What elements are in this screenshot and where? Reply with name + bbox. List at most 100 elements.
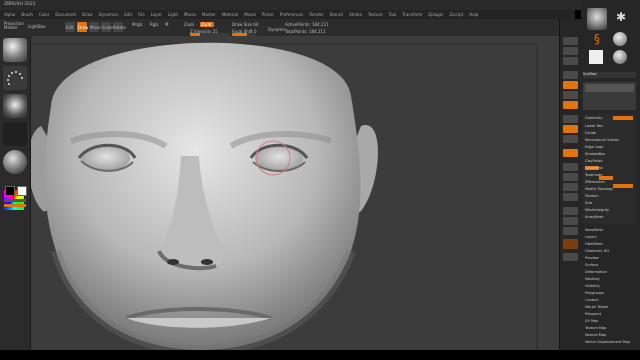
zoom3d-button[interactable] — [563, 183, 578, 191]
tray-item[interactable]: Tessimate — [585, 173, 602, 177]
tray-item[interactable]: Edge Loop — [585, 145, 603, 149]
sphere2-icon[interactable] — [613, 50, 627, 64]
menu-item[interactable]: Help — [469, 12, 478, 17]
menu-item[interactable]: Render — [309, 12, 323, 17]
tray-item[interactable]: ShadowBox — [585, 152, 605, 156]
menu-item[interactable]: Dynamics — [99, 12, 119, 17]
menu-item[interactable]: Picker — [262, 12, 274, 17]
mrgb-button[interactable]: Mrgb — [132, 22, 142, 27]
tray-item[interactable]: ClayPolish — [585, 159, 603, 163]
xyz-button[interactable] — [563, 149, 578, 157]
tray-item[interactable]: Polypaint — [585, 312, 601, 316]
tray-item[interactable]: Texture Map — [585, 326, 606, 330]
menu-item[interactable]: Edit — [124, 12, 132, 17]
menu-item[interactable]: Tool — [389, 12, 397, 17]
tray-item[interactable]: Divide — [585, 131, 596, 135]
subtool-header[interactable]: SubTool — [583, 72, 636, 78]
stroke-icon[interactable] — [3, 66, 27, 90]
tray-item[interactable]: Geometry — [585, 116, 602, 120]
alpha-icon[interactable] — [3, 94, 27, 118]
tray-item[interactable]: Layers — [585, 235, 597, 239]
tray-item[interactable]: Reconstruct Subdiv — [585, 138, 619, 142]
zoom-button[interactable] — [563, 71, 578, 79]
brush-icon[interactable] — [3, 38, 27, 62]
polyf-button[interactable] — [563, 207, 578, 215]
tray-item[interactable]: Preview — [585, 256, 599, 260]
lsym-button[interactable] — [563, 135, 578, 143]
tray-item[interactable]: Size — [585, 201, 592, 205]
menu-item[interactable]: Brush — [21, 12, 33, 17]
tray-item[interactable]: DynaMesh — [585, 166, 603, 170]
tray-item[interactable]: Position — [585, 194, 599, 198]
menu-item[interactable]: Alpha — [4, 12, 15, 17]
move-view-button[interactable] — [563, 173, 578, 181]
spiral-icon[interactable]: § — [589, 32, 605, 46]
primary-color-swatch[interactable] — [17, 186, 27, 196]
canvas-viewport[interactable] — [31, 36, 559, 350]
tray-item[interactable]: Surface — [585, 263, 598, 267]
menu-item[interactable]: Transform — [402, 12, 422, 17]
zsub-button[interactable]: Zsub — [184, 22, 194, 27]
tool-thumbnail-icon[interactable] — [587, 8, 607, 30]
tray-item[interactable]: Deformation — [585, 270, 607, 274]
star-icon[interactable]: ✱ — [613, 10, 629, 24]
tray-item[interactable]: Masking — [585, 277, 599, 281]
switch-color-button[interactable] — [4, 199, 26, 202]
menu-item[interactable]: Draw — [82, 12, 92, 17]
xpose-button[interactable] — [563, 253, 578, 261]
rgb-button[interactable]: Rgb — [150, 22, 158, 27]
scroll-button[interactable] — [563, 57, 578, 65]
transp-button[interactable] — [563, 217, 578, 225]
actual-button[interactable] — [563, 81, 578, 89]
local-button[interactable] — [563, 125, 578, 133]
projection-master-button[interactable]: Projection Master — [4, 22, 24, 30]
ghost-button[interactable] — [563, 227, 578, 235]
tray-item[interactable]: UV Map — [585, 319, 598, 323]
move-button[interactable]: Move — [89, 22, 101, 32]
tray-item[interactable]: ZRemesher — [585, 180, 605, 184]
menu-item[interactable]: Layer — [151, 12, 162, 17]
polymesh-icon[interactable] — [589, 50, 603, 64]
menu-item[interactable]: Stencil — [330, 12, 344, 17]
floor-button[interactable] — [563, 115, 578, 123]
tray-item[interactable]: Polygroups — [585, 291, 604, 295]
tray-item[interactable]: Vector Displacement Map — [585, 340, 630, 344]
menu-item[interactable]: Macro — [184, 12, 196, 17]
zadd-button[interactable]: Zadd — [200, 22, 214, 27]
menu-item[interactable]: Material — [222, 12, 238, 17]
subtool-list[interactable] — [583, 82, 636, 110]
higher-res-button[interactable] — [613, 116, 633, 120]
menu-item[interactable]: Marker — [202, 12, 216, 17]
dynamic-button[interactable]: Dynamic — [268, 27, 286, 32]
subtool-active-row[interactable] — [585, 84, 634, 92]
menu-item[interactable]: Preferences — [280, 12, 304, 17]
menu-item[interactable]: Zscript — [449, 12, 463, 17]
edit-button[interactable]: Edit — [65, 22, 75, 32]
draw-button[interactable]: Draw — [77, 22, 88, 32]
sphere-icon[interactable] — [613, 32, 627, 46]
tray-item[interactable]: Visibility — [585, 284, 600, 288]
menu-item[interactable]: Movie — [244, 12, 256, 17]
menu-item[interactable]: Document — [55, 12, 76, 17]
tray-item[interactable]: Modify Topology — [585, 187, 613, 191]
alternate-button[interactable] — [4, 204, 26, 207]
bpr-button[interactable] — [563, 37, 578, 45]
spix-button[interactable] — [563, 47, 578, 55]
menu-item[interactable]: Texture — [368, 12, 383, 17]
head-mesh[interactable] — [31, 36, 559, 350]
solo-button[interactable] — [563, 239, 578, 249]
texture-icon[interactable] — [3, 122, 27, 146]
menu-item[interactable]: Color — [39, 12, 49, 17]
menu-item[interactable]: File — [138, 12, 145, 17]
menu-item[interactable]: Zplugin — [428, 12, 443, 17]
m-button[interactable]: M — [165, 22, 168, 27]
tray-item[interactable]: Morph Target — [585, 305, 608, 309]
tray-item[interactable]: Lower Res — [585, 124, 603, 128]
dynamesh-button[interactable] — [613, 184, 633, 188]
lightbox-button[interactable]: LightBox — [28, 24, 45, 29]
tray-item[interactable]: ArrayMesh — [585, 215, 604, 219]
menu-item[interactable]: Stroke — [349, 12, 362, 17]
menu-item[interactable]: Light — [168, 12, 178, 17]
secondary-color-swatch[interactable] — [5, 186, 15, 196]
tray-item[interactable]: MeshIntegrity — [585, 208, 609, 212]
